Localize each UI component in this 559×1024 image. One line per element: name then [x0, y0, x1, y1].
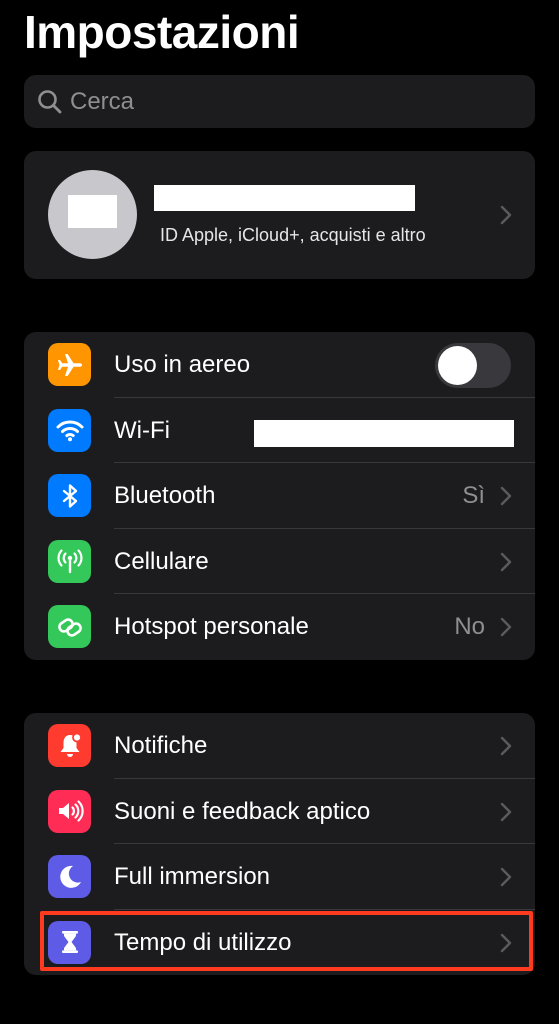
chevron-right-icon [500, 867, 512, 887]
settings-screen: Impostazioni Cerca ID Apple, iCloud+, ac… [0, 0, 559, 1024]
wifi-network-redaction [254, 419, 514, 447]
search-placeholder: Cerca [70, 87, 135, 115]
hotspot-label: Hotspot personale [114, 613, 309, 641]
airplane-mode-label: Uso in aereo [114, 351, 251, 378]
avatar [48, 170, 137, 259]
row-hotspot[interactable]: Hotspot personale No [24, 594, 535, 660]
antenna-icon [48, 539, 91, 583]
bluetooth-icon [48, 474, 91, 518]
airplane-mode-toggle[interactable] [435, 343, 511, 388]
row-focus[interactable]: Full immersion [24, 844, 535, 910]
account-name-redaction [154, 185, 415, 211]
row-wifi[interactable]: Wi-Fi [24, 398, 535, 464]
screen-time-label: Tempo di utilizzo [114, 928, 292, 956]
search-icon [38, 89, 62, 113]
bluetooth-status: Sì [462, 482, 485, 510]
chevron-right-icon [500, 736, 512, 756]
chevron-right-icon [500, 802, 512, 821]
row-airplane-mode[interactable]: Uso in aereo [24, 332, 535, 398]
airplane-icon [48, 343, 91, 386]
hourglass-icon [48, 920, 91, 964]
focus-label: Full immersion [114, 863, 271, 891]
chevron-right-icon [500, 618, 512, 637]
row-notifications[interactable]: Notifiche [24, 713, 535, 779]
sounds-label: Suoni e feedback aptico [114, 797, 371, 825]
bluetooth-label: Bluetooth [114, 482, 216, 510]
chevron-right-icon [500, 552, 512, 571]
row-cellular[interactable]: Cellulare [24, 529, 535, 595]
avatar-redaction [68, 195, 117, 228]
speaker-icon [48, 789, 91, 833]
moon-icon [48, 855, 91, 899]
apple-id-subtitle: ID Apple, iCloud+, acquisti e altro [160, 225, 426, 245]
row-screen-time[interactable]: Tempo di utilizzo [24, 910, 535, 975]
row-bluetooth[interactable]: Bluetooth Sì [24, 463, 535, 529]
cellular-label: Cellulare [114, 547, 209, 575]
page-title: Impostazioni [24, 6, 300, 58]
chevron-right-icon [500, 486, 512, 506]
system-group: Notifiche Suoni e feedback aptico Full i… [24, 713, 535, 975]
connectivity-group: Uso in aereo Wi-Fi Bluetooth Sì Cellular… [24, 332, 535, 660]
hotspot-status: No [454, 613, 485, 641]
apple-id-card[interactable]: ID Apple, iCloud+, acquisti e altro [24, 151, 535, 279]
notifications-label: Notifiche [114, 732, 208, 759]
wifi-icon [48, 408, 91, 452]
wifi-label: Wi-Fi [114, 416, 170, 444]
bell-icon [48, 724, 91, 767]
row-sounds[interactable]: Suoni e feedback aptico [24, 779, 535, 845]
toggle-knob [438, 346, 477, 385]
link-icon [48, 605, 91, 649]
chevron-right-icon [500, 933, 512, 952]
search-bar[interactable]: Cerca [24, 75, 535, 128]
chevron-right-icon [500, 205, 512, 225]
